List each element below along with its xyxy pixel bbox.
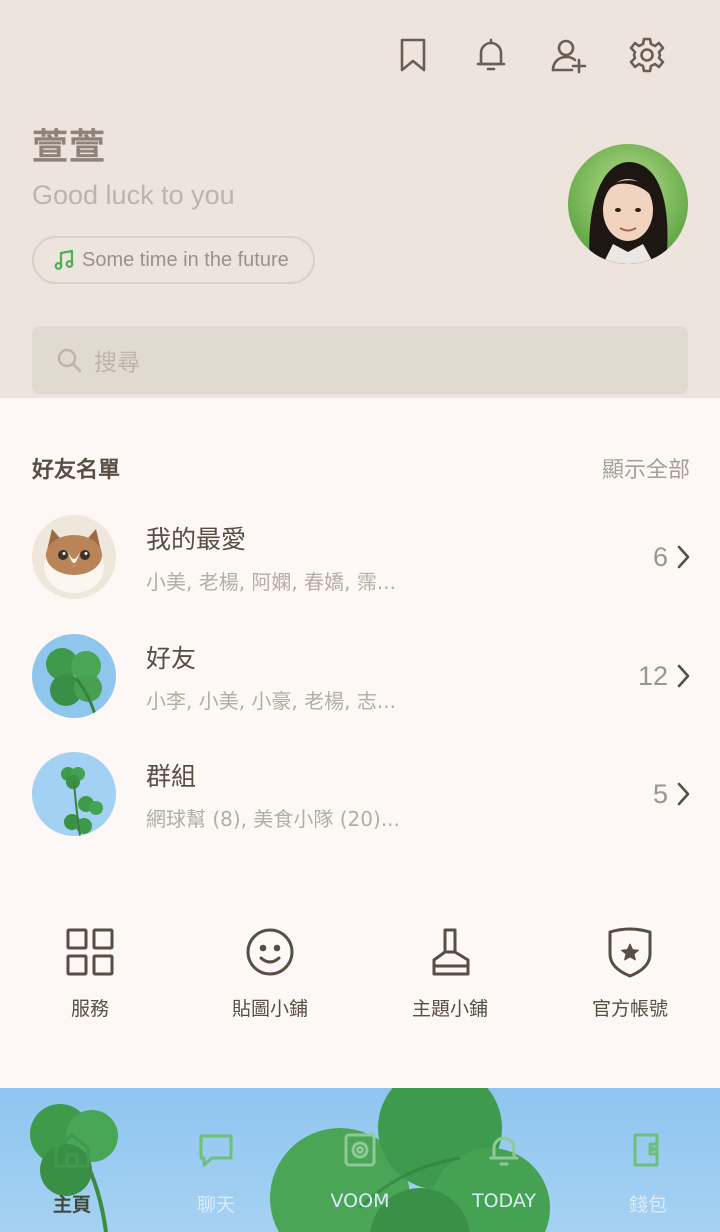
music-note-icon	[54, 249, 74, 270]
profile-header: 萱萱 Good luck to you Some time in the fut…	[0, 0, 720, 398]
chevron-right-icon	[677, 664, 690, 688]
nav-label: 聊天	[196, 1194, 235, 1216]
home-icon	[54, 1133, 90, 1168]
nav-home[interactable]: 主頁	[0, 1088, 144, 1232]
nav-wallet[interactable]: 錢包	[576, 1088, 720, 1232]
add-friend-icon	[551, 39, 587, 74]
friends-list-header: 好友名單 顯示全部	[32, 452, 690, 484]
gear-icon	[629, 37, 665, 73]
voom-icon	[344, 1133, 376, 1167]
chat-icon	[199, 1134, 233, 1167]
nav-label: VOOM	[330, 1190, 390, 1212]
service-shortcuts: 服務 貼圖小鋪 主題小鋪 官方帳號	[0, 924, 720, 1021]
smiley-icon	[246, 928, 294, 976]
profile-status-message[interactable]: Good luck to you	[32, 180, 235, 211]
group-count: 12	[637, 660, 668, 691]
chevron-right-icon	[677, 545, 690, 569]
bookmark-icon	[400, 38, 426, 72]
nav-chat[interactable]: 聊天	[144, 1088, 288, 1232]
profile-music-button[interactable]: Some time in the future	[32, 236, 315, 284]
favorites-thumbnail	[32, 515, 116, 599]
today-icon	[489, 1136, 519, 1166]
top-toolbar	[374, 32, 686, 78]
nav-label: TODAY	[472, 1190, 536, 1212]
search-placeholder: 搜尋	[94, 350, 140, 376]
avatar[interactable]	[568, 144, 688, 264]
search-icon	[57, 348, 82, 373]
shortcut-label: 貼圖小鋪	[231, 998, 308, 1020]
list-item-favorites[interactable]: 我的最愛 小美, 老楊, 阿嫻, 春嬌, 霈... 6	[32, 514, 692, 600]
wallet-icon	[633, 1133, 659, 1167]
profile-name[interactable]: 萱萱	[32, 118, 106, 170]
settings-button[interactable]	[608, 32, 686, 78]
shield-star-icon	[608, 927, 652, 978]
friends-thumbnail	[32, 634, 116, 718]
list-item-groups[interactable]: 群組 網球幫 (8), 美食小隊 (20)... 5	[32, 751, 692, 837]
grid-icon	[66, 928, 114, 976]
shortcut-label: 服務	[70, 998, 109, 1020]
group-members: 小美, 老楊, 阿嫻, 春嬌, 霈...	[146, 569, 396, 594]
search-bar[interactable]: 搜尋	[32, 326, 688, 394]
shortcut-label: 主題小鋪	[411, 998, 488, 1020]
group-name: 群組	[146, 761, 197, 791]
nav-today[interactable]: TODAY	[432, 1088, 576, 1232]
show-all-link[interactable]: 顯示全部	[602, 452, 690, 484]
bell-icon	[476, 38, 506, 71]
official-accounts-button[interactable]: 官方帳號	[540, 924, 720, 1021]
add-friend-button[interactable]	[530, 32, 608, 78]
list-item-friends[interactable]: 好友 小李, 小美, 小豪, 老楊, 志... 12	[32, 633, 692, 719]
brush-icon	[432, 928, 470, 976]
group-members: 網球幫 (8), 美食小隊 (20)...	[146, 806, 400, 831]
group-name: 我的最愛	[146, 524, 247, 554]
friends-list-title: 好友名單	[32, 458, 121, 483]
bottom-navigation: 主頁 聊天 VOOM TODAY 錢包	[0, 1088, 720, 1232]
profile-music-title: Some time in the future	[82, 248, 289, 271]
nav-voom[interactable]: VOOM	[288, 1088, 432, 1232]
bookmark-button[interactable]	[374, 32, 452, 78]
groups-thumbnail	[32, 752, 116, 836]
nav-label: 主頁	[52, 1194, 91, 1216]
sticker-shop-button[interactable]: 貼圖小鋪	[180, 924, 360, 1021]
nav-label: 錢包	[628, 1194, 667, 1216]
shortcut-label: 官方帳號	[591, 998, 668, 1020]
notification-button[interactable]	[452, 32, 530, 78]
services-button[interactable]: 服務	[0, 924, 180, 1021]
group-count: 5	[652, 778, 668, 809]
group-count: 6	[652, 541, 668, 572]
avatar-photo	[568, 144, 688, 264]
group-name: 好友	[146, 643, 197, 673]
group-members: 小李, 小美, 小豪, 老楊, 志...	[146, 688, 396, 713]
chevron-right-icon	[677, 782, 690, 806]
theme-shop-button[interactable]: 主題小鋪	[360, 924, 540, 1021]
